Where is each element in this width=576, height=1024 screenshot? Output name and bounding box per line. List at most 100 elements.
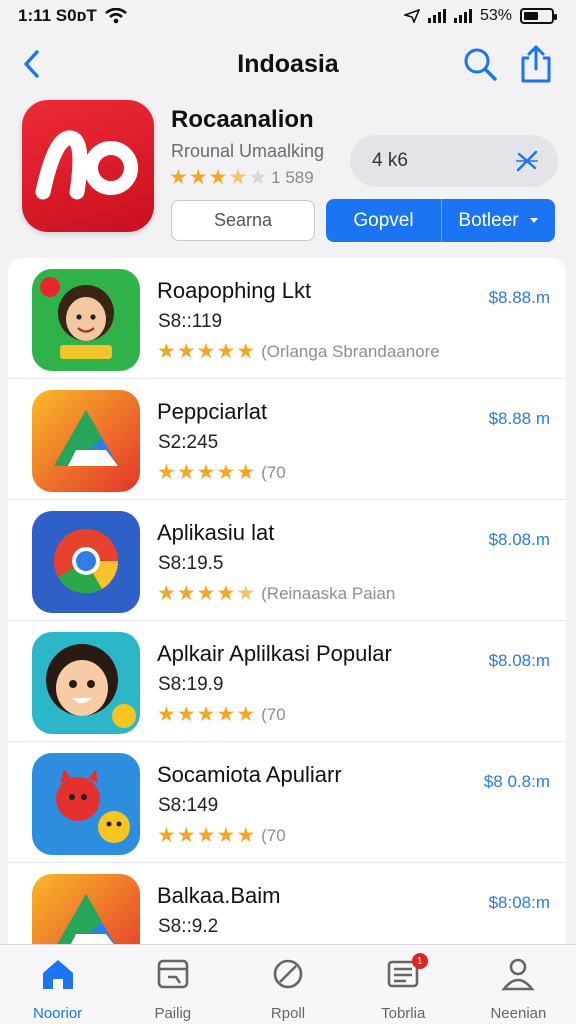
- app-price-button[interactable]: $8.08:m: [489, 651, 550, 671]
- star-icon: ★: [196, 461, 216, 484]
- home-icon: [39, 955, 77, 997]
- nav-bar: Indoasia: [0, 38, 576, 90]
- battery-percent: 53%: [479, 7, 512, 24]
- rating-stars: ★★★★★: [157, 462, 255, 483]
- star-icon: ★: [236, 582, 256, 605]
- girl-emoji-icon[interactable]: [32, 632, 140, 734]
- app-list-row[interactable]: Balkaa.Baim$8:08:mS8::9.2★★★★★: [8, 863, 566, 948]
- kid-portrait-icon[interactable]: [32, 269, 140, 371]
- rating-count: 1 589: [271, 167, 314, 187]
- chrome-logo-icon[interactable]: [32, 511, 140, 613]
- star-icon: ★: [176, 461, 196, 484]
- app-name: Aplkair Aplilkasi Popular: [157, 641, 392, 666]
- app-name: Aplikasiu lat: [157, 520, 275, 545]
- tab-label: Neenian: [490, 1005, 547, 1022]
- star-icon: ★: [188, 166, 208, 189]
- app-size: S8:19.9: [158, 674, 224, 695]
- cellular-signal-icon: [453, 9, 472, 23]
- star-icon: ★: [157, 461, 176, 484]
- tab-updates[interactable]: 1 Tobrlia: [346, 945, 461, 1024]
- profile-icon: [499, 955, 537, 997]
- app-price-button[interactable]: $8.08.m: [489, 530, 550, 550]
- tab-label: Tobrlia: [381, 1005, 426, 1022]
- tab-bar: Noorior Pailig Rpoll 1 Tobrlia Neenian: [0, 944, 576, 1024]
- app-size: S8:19.5: [158, 553, 224, 574]
- tab-label: Rpoll: [270, 1005, 306, 1022]
- wifi-icon: [104, 8, 127, 24]
- star-icon: ★: [176, 703, 196, 726]
- app-list-row[interactable]: Aplkair Aplilkasi Popular $8.08:m S8:19.9 ★…: [8, 621, 566, 742]
- star-icon: ★: [228, 166, 248, 189]
- rating-meta: (70: [261, 462, 286, 482]
- star-icon: ★: [196, 703, 216, 726]
- pig-emoji-icon[interactable]: [32, 753, 140, 855]
- secondary-button[interactable]: Searna: [171, 200, 315, 241]
- featured-app-icon[interactable]: [22, 100, 154, 232]
- app-price-button[interactable]: $8 0.8:m: [484, 772, 550, 792]
- featured-get-pill[interactable]: 4 k6: [350, 135, 558, 187]
- games-icon: [154, 955, 192, 997]
- app-price-button[interactable]: $8.88 m: [489, 409, 550, 429]
- tab-home[interactable]: Noorior: [0, 945, 115, 1024]
- cellular-signal-icon: [427, 9, 446, 23]
- rating-stars: ★★★★★: [157, 341, 255, 362]
- star-icon: ★: [176, 582, 196, 605]
- star-icon: ★: [169, 166, 188, 189]
- close-icon[interactable]: [514, 148, 540, 174]
- app-name: Balkaa.Baim: [157, 883, 281, 908]
- app-rating: ★ ★ ★ ★ ★ (70: [157, 825, 286, 846]
- featured-app-name: Rocaanalion: [171, 106, 314, 133]
- featured-app-subtitle: Rrounal Umaalking: [171, 141, 325, 161]
- app-name: Peppciarlat: [157, 399, 268, 424]
- app-list-row[interactable]: Roapophing Lkt $8.88.m S8::119 ★ ★ ★ ★ ★ (Orlang…: [8, 258, 566, 379]
- dropdown-label: Botleer: [458, 209, 519, 231]
- split-action-button: Gopvel Botleer: [326, 199, 555, 242]
- tab-search[interactable]: Rpoll: [230, 945, 345, 1024]
- app-size: S8::9.2: [158, 916, 219, 937]
- app-size: S2:245: [158, 432, 219, 453]
- app-size: S8::119: [158, 311, 223, 332]
- rating-meta: (Reinaaska Paian: [261, 583, 396, 603]
- star-icon: ★: [216, 340, 236, 363]
- chevron-left-icon: [24, 50, 39, 78]
- status-bar: 1:11 S0ᴅT 53%: [0, 0, 576, 32]
- app-list-row[interactable]: Aplikasiu lat $8.08.m S8:19.5 ★ ★ ★ ★ ★ (Reinaas…: [8, 500, 566, 621]
- app-name: Roapophing Lkt: [157, 278, 312, 303]
- rating-stars: ★★★★★: [157, 704, 255, 725]
- star-icon: ★: [157, 582, 176, 605]
- star-icon: ★: [157, 824, 176, 847]
- rating-meta: (70: [261, 825, 286, 845]
- status-time: 1:11 S0ᴅT: [18, 6, 97, 25]
- app-list-row[interactable]: Socamiota Apuliarr $8 0.8:m S8:149 ★ ★ ★ ★ ★ (70: [8, 742, 566, 863]
- star-icon: ★: [196, 582, 216, 605]
- primary-button[interactable]: Gopvel: [326, 199, 442, 242]
- drive-logo-icon[interactable]: [32, 874, 140, 948]
- app-rating: ★ ★ ★ ★ ★ (70: [157, 462, 286, 483]
- star-icon: ★: [236, 703, 256, 726]
- app-list: Roapophing Lkt $8.88.m S8::119 ★ ★ ★ ★ ★ (Orlang…: [8, 258, 566, 948]
- star-icon: ★: [236, 824, 256, 847]
- rating-stars: ★★★★★: [157, 825, 255, 846]
- tab-profile[interactable]: Neenian: [461, 945, 576, 1024]
- star-icon: ★: [216, 582, 236, 605]
- search-button[interactable]: [462, 46, 498, 82]
- location-icon: [403, 9, 420, 23]
- app-list-row[interactable]: Peppciarlat $8.88 m S2:245 ★ ★ ★ ★ ★ (70: [8, 379, 566, 500]
- app-price-button[interactable]: $8.88.m: [489, 288, 550, 308]
- star-icon: ★: [208, 166, 228, 189]
- app-size: S8:149: [158, 795, 219, 816]
- drive-logo-icon[interactable]: [32, 390, 140, 492]
- star-icon: ★: [216, 703, 236, 726]
- back-button[interactable]: [14, 46, 48, 82]
- chevron-down-icon: [529, 218, 538, 223]
- search-icon: [464, 48, 497, 81]
- app-price-button[interactable]: $8:08:m: [489, 893, 550, 913]
- star-icon: ★: [176, 824, 196, 847]
- share-button[interactable]: [518, 44, 554, 84]
- pill-label: 4 k6: [372, 150, 408, 171]
- star-icon: ★: [216, 461, 236, 484]
- tab-games[interactable]: Pailig: [115, 945, 230, 1024]
- tab-label: Noorior: [33, 1005, 83, 1022]
- dropdown-button[interactable]: Botleer: [442, 199, 555, 242]
- star-icon: ★: [157, 340, 176, 363]
